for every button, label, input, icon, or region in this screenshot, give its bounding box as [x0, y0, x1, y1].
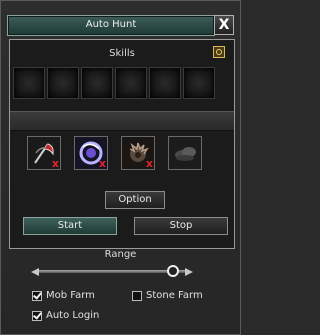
mob-farm-option[interactable]: Mob Farm	[32, 290, 95, 301]
skill-slot-6[interactable]	[183, 67, 215, 99]
stone-farm-option[interactable]: Stone Farm	[132, 290, 203, 301]
skill-slot-row	[13, 67, 215, 99]
slider-left-arrow-icon[interactable]	[31, 268, 39, 276]
stone-farm-checkbox[interactable]	[132, 290, 142, 301]
skill-dark-cloud[interactable]	[168, 136, 202, 170]
assigned-skill-row: x x x	[27, 136, 202, 170]
auto-login-label: Auto Login	[46, 310, 100, 321]
auto-login-option[interactable]: Auto Login	[32, 310, 99, 321]
title-bar[interactable]: Auto Hunt	[7, 15, 215, 36]
skill-slot-2[interactable]	[47, 67, 79, 99]
dark-cloud-skill-icon	[169, 137, 201, 169]
close-button[interactable]: X	[214, 15, 234, 35]
skill-spiked-claw[interactable]: x	[121, 136, 155, 170]
skills-divider-bar	[10, 111, 234, 131]
skills-panel: Skills x x x Option Start Stop	[9, 39, 235, 249]
skill-slot-4[interactable]	[115, 67, 147, 99]
start-button[interactable]: Start	[23, 217, 117, 235]
option-button[interactable]: Option	[105, 191, 165, 209]
slider-track[interactable]	[39, 270, 185, 273]
skill-slot-1[interactable]	[13, 67, 45, 99]
stone-farm-label: Stone Farm	[146, 290, 203, 301]
skill-slot-3[interactable]	[81, 67, 113, 99]
mob-farm-checkbox[interactable]	[32, 290, 42, 301]
window-title: Auto Hunt	[85, 19, 137, 30]
range-slider[interactable]	[31, 265, 193, 279]
disabled-x-mark: x	[98, 157, 106, 170]
stop-button[interactable]: Stop	[134, 217, 228, 235]
auto-hunt-window: Auto Hunt X Skills x x x Option Start St…	[0, 0, 241, 335]
skill-slot-5[interactable]	[149, 67, 181, 99]
skills-heading: Skills	[109, 48, 135, 59]
skill-scythe[interactable]: x	[27, 136, 61, 170]
range-label: Range	[104, 249, 137, 260]
slider-thumb[interactable]	[167, 265, 180, 277]
auto-login-checkbox[interactable]	[32, 310, 42, 321]
mob-farm-label: Mob Farm	[46, 290, 95, 301]
skills-settings-icon[interactable]	[213, 46, 225, 58]
slider-right-arrow-icon[interactable]	[185, 268, 193, 276]
disabled-x-mark: x	[51, 157, 59, 170]
disabled-x-mark: x	[145, 157, 153, 170]
skill-swirl-orb[interactable]: x	[74, 136, 108, 170]
